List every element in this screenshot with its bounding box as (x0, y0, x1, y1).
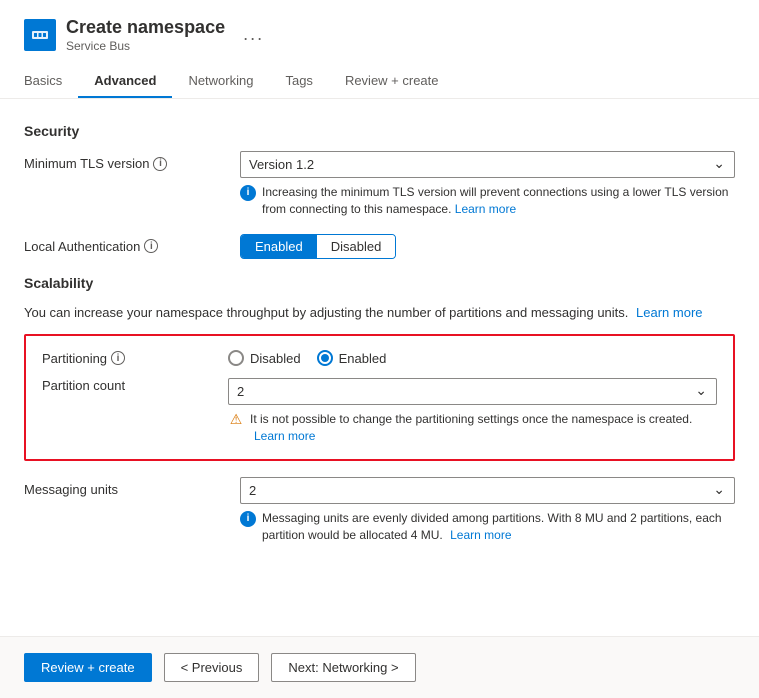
partitioning-info-icon[interactable]: i (111, 351, 125, 365)
tls-info-message: i Increasing the minimum TLS version wil… (240, 184, 735, 218)
messaging-units-learn-more-link[interactable]: Learn more (450, 528, 511, 542)
messaging-units-control: 2 i Messaging units are evenly divided a… (240, 477, 735, 544)
tab-bar: Basics Advanced Networking Tags Review +… (24, 65, 735, 98)
scalability-section-title: Scalability (24, 275, 735, 291)
tab-networking[interactable]: Networking (172, 65, 269, 98)
partition-count-row: Partition count 2 ⚠ It is not possible t… (42, 378, 717, 445)
partition-warn-icon: ⚠ (228, 411, 244, 427)
main-content: Security Minimum TLS version i Version 1… (0, 99, 759, 636)
partitioning-disabled-option[interactable]: Disabled (228, 350, 301, 366)
partitioning-row: Partitioning i Disabled Enabled (42, 350, 717, 366)
local-auth-row: Local Authentication i Enabled Disabled (24, 234, 735, 259)
tls-row: Minimum TLS version i Version 1.2 i Incr… (24, 151, 735, 218)
partitioning-enabled-radio[interactable] (317, 350, 333, 366)
tab-advanced[interactable]: Advanced (78, 65, 172, 98)
footer: Review + create < Previous Next: Network… (0, 636, 759, 698)
partitioning-radio-group: Disabled Enabled (228, 350, 717, 366)
page-subtitle: Service Bus (66, 39, 225, 53)
local-auth-toggle[interactable]: Enabled Disabled (240, 234, 396, 259)
tab-review-create[interactable]: Review + create (329, 65, 455, 98)
security-section-title: Security (24, 123, 735, 139)
tls-info-icon[interactable]: i (153, 157, 167, 171)
messaging-units-select-wrapper: 2 (240, 477, 735, 504)
messaging-units-info-message: i Messaging units are evenly divided amo… (240, 510, 735, 544)
partition-count-label: Partition count (42, 378, 212, 393)
partitioning-enabled-radio-dot (321, 354, 329, 362)
scalability-learn-more-link[interactable]: Learn more (636, 305, 702, 320)
messaging-units-row: Messaging units 2 i Messaging units are … (24, 477, 735, 544)
local-auth-enabled-button[interactable]: Enabled (241, 235, 317, 258)
page-title: Create namespace (66, 16, 225, 39)
partition-count-control: 2 ⚠ It is not possible to change the par… (228, 378, 717, 445)
next-button[interactable]: Next: Networking > (271, 653, 415, 682)
more-options-button[interactable]: ... (243, 24, 264, 45)
tls-learn-more-link[interactable]: Learn more (455, 202, 516, 216)
messaging-units-select[interactable]: 2 (240, 477, 735, 504)
title-group: Create namespace Service Bus (66, 16, 225, 53)
tls-version-select[interactable]: Version 1.2 (240, 151, 735, 178)
scalability-description: You can increase your namespace throughp… (24, 303, 735, 323)
partition-count-select[interactable]: 2 (228, 378, 717, 405)
service-bus-icon (24, 19, 56, 51)
tls-control: Version 1.2 i Increasing the minimum TLS… (240, 151, 735, 218)
partition-learn-more-link[interactable]: Learn more (254, 429, 315, 443)
tab-basics[interactable]: Basics (24, 65, 78, 98)
partitioning-enabled-option[interactable]: Enabled (317, 350, 387, 366)
partitioning-label: Partitioning i (42, 351, 212, 366)
partition-warn-message: ⚠ It is not possible to change the parti… (228, 411, 717, 445)
previous-button[interactable]: < Previous (164, 653, 260, 682)
messaging-units-label: Messaging units (24, 477, 224, 497)
local-auth-info-icon[interactable]: i (144, 239, 158, 253)
local-auth-label: Local Authentication i (24, 234, 224, 254)
review-create-button[interactable]: Review + create (24, 653, 152, 682)
header: Create namespace Service Bus ... Basics … (0, 0, 759, 99)
tls-info-circle-icon: i (240, 185, 256, 201)
local-auth-control: Enabled Disabled (240, 234, 735, 259)
partition-count-select-wrapper: 2 (228, 378, 717, 405)
create-namespace-window: Create namespace Service Bus ... Basics … (0, 0, 759, 698)
tab-tags[interactable]: Tags (269, 65, 328, 98)
partitioning-box: Partitioning i Disabled Enabled (24, 334, 735, 461)
tls-select-wrapper: Version 1.2 (240, 151, 735, 178)
tls-label: Minimum TLS version i (24, 151, 224, 171)
partitioning-disabled-radio[interactable] (228, 350, 244, 366)
local-auth-disabled-button[interactable]: Disabled (317, 235, 396, 258)
messaging-units-info-icon: i (240, 511, 256, 527)
